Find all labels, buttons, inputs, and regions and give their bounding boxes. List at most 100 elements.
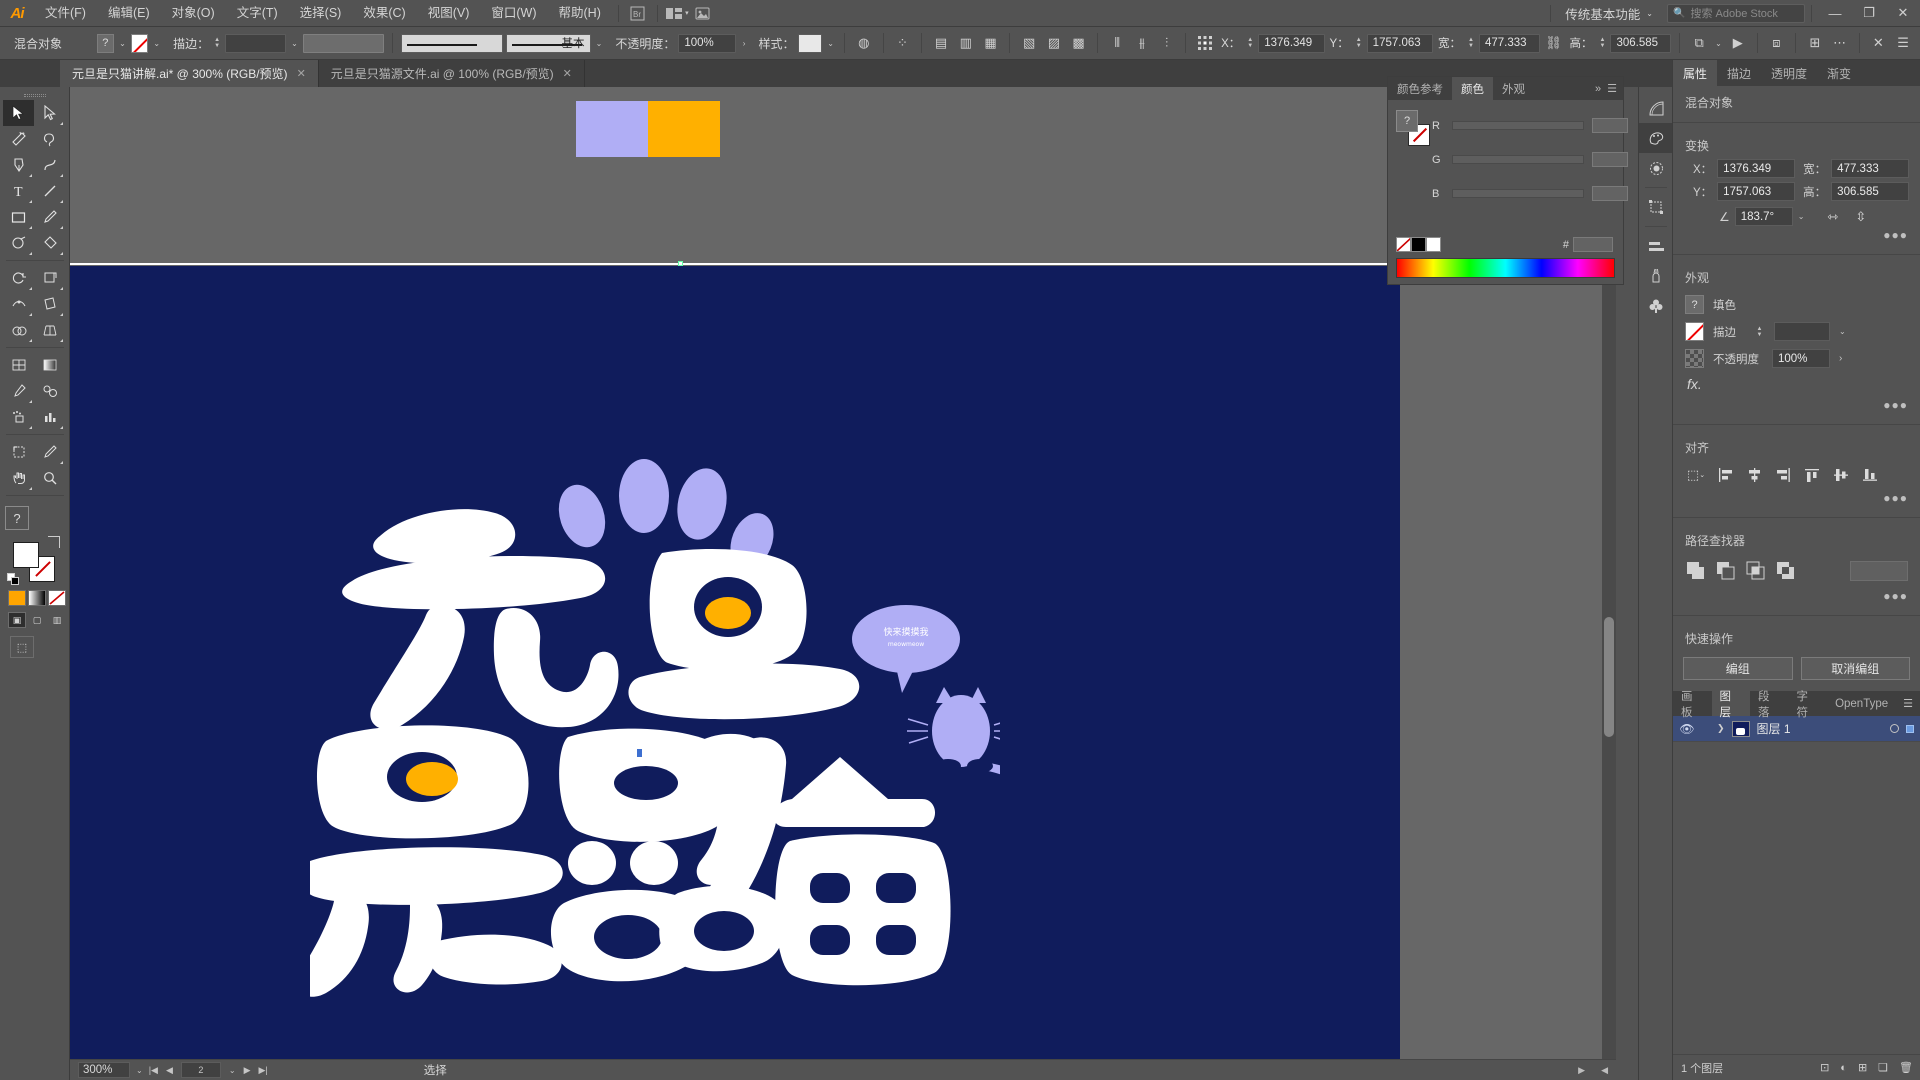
- help-icon[interactable]: ?: [5, 506, 29, 530]
- document-tab-2[interactable]: 元旦是只猫源文件.ai @ 100% (RGB/预览) ✕: [318, 60, 585, 87]
- locate-object-icon[interactable]: ⊡: [1820, 1061, 1829, 1074]
- edit-toolbar-icon[interactable]: ⋯: [1829, 32, 1851, 54]
- y-stepper[interactable]: ▲ ▼: [1354, 34, 1364, 53]
- artboard-tool[interactable]: [3, 439, 34, 465]
- tab-color-guide[interactable]: 颜色参考: [1388, 77, 1452, 100]
- isolate-group-icon[interactable]: ⊞: [1804, 32, 1826, 54]
- gradient-panel-icon[interactable]: [1639, 93, 1673, 123]
- eraser-tool[interactable]: [34, 230, 65, 256]
- group-button[interactable]: 编组: [1683, 657, 1793, 680]
- menu-help[interactable]: 帮助(H): [548, 0, 612, 27]
- h-input[interactable]: 306.585: [1610, 33, 1672, 53]
- graphic-style-swatch[interactable]: [797, 33, 823, 53]
- magic-wand-tool[interactable]: [3, 126, 34, 152]
- chevron-down-icon[interactable]: ⌄: [136, 1066, 143, 1075]
- status-resize-icon[interactable]: ◀: [1601, 1065, 1608, 1076]
- g-input[interactable]: [1592, 152, 1628, 167]
- hand-tool[interactable]: [3, 465, 34, 491]
- stroke-weight-stepper[interactable]: ▲ ▼: [212, 34, 222, 53]
- document-tab-1[interactable]: 元旦是只猫讲解.ai* @ 300% (RGB/预览) ✕: [60, 60, 319, 87]
- column-graph-tool[interactable]: [34, 404, 65, 430]
- next-page-icon[interactable]: ▶: [244, 1065, 251, 1076]
- appearance-fill-swatch[interactable]: ?: [1685, 295, 1704, 314]
- align-center-h-icon[interactable]: ▥: [955, 32, 977, 54]
- tab-stroke[interactable]: 描边: [1717, 60, 1761, 86]
- align-bottom-icon[interactable]: [1859, 465, 1881, 485]
- opacity-input[interactable]: 100%: [678, 33, 736, 53]
- chevron-down-icon[interactable]: ⌄: [1839, 327, 1846, 336]
- stroke-preset-select[interactable]: [302, 33, 384, 53]
- artwork-yuandan-shi-zhi-mao[interactable]: 快来摸摸我 meowmeow: [310, 441, 1000, 1001]
- b-slider[interactable]: [1452, 189, 1584, 198]
- symbols-panel-icon[interactable]: [1639, 291, 1673, 321]
- width-tool[interactable]: [3, 291, 34, 317]
- reference-point-selector[interactable]: [1683, 165, 1685, 191]
- status-flyout-icon[interactable]: ▶: [1578, 1065, 1585, 1076]
- appearance-stroke-input[interactable]: [1774, 322, 1830, 341]
- angle-input[interactable]: 183.7°: [1734, 207, 1793, 226]
- flip-vertical-icon[interactable]: ⇳: [1855, 209, 1866, 225]
- opacity-mask-icon[interactable]: ◍: [853, 32, 875, 54]
- selection-tool[interactable]: [3, 100, 34, 126]
- y-input[interactable]: 1757.063: [1366, 33, 1433, 53]
- zoom-tool[interactable]: [34, 465, 65, 491]
- menu-edit[interactable]: 编辑(E): [97, 0, 161, 27]
- color-panel-fill-swatch[interactable]: ?: [1396, 110, 1418, 132]
- symbol-sprayer-tool[interactable]: [3, 404, 34, 430]
- transform-panel-icon[interactable]: [1639, 192, 1673, 222]
- draw-behind-icon[interactable]: ▢: [28, 612, 46, 628]
- w-input[interactable]: 477.333: [1478, 33, 1540, 53]
- close-icon[interactable]: ✕: [563, 67, 572, 80]
- stroke-weight-input[interactable]: [225, 33, 286, 53]
- gradient-tool[interactable]: [34, 352, 65, 378]
- select-similar-icon[interactable]: ⁘: [892, 32, 914, 54]
- delete-layer-icon[interactable]: 🗑: [1899, 1061, 1913, 1074]
- minimize-button[interactable]: —: [1818, 0, 1852, 27]
- lasso-tool[interactable]: [34, 126, 65, 152]
- r-slider[interactable]: [1452, 121, 1584, 130]
- arrange-objects-icon[interactable]: ⧈: [1765, 32, 1787, 54]
- menu-file[interactable]: 文件(F): [34, 0, 97, 27]
- default-fill-stroke-icon[interactable]: [7, 573, 20, 586]
- workspace-switcher[interactable]: 传统基本功能 ⌄: [1557, 3, 1661, 23]
- menu-effect[interactable]: 效果(C): [352, 0, 416, 27]
- chevron-down-icon[interactable]: ⌄: [1798, 212, 1805, 221]
- tab-transparency[interactable]: 透明度: [1761, 60, 1817, 86]
- tab-character[interactable]: 字符: [1789, 691, 1828, 719]
- panel-menu-icon[interactable]: ☰: [1607, 82, 1617, 95]
- blend-tool[interactable]: [34, 378, 65, 404]
- last-page-icon[interactable]: ▶|: [259, 1065, 268, 1076]
- artboard[interactable]: 快来摸摸我 meowmeow: [70, 266, 1400, 1066]
- arrange-documents-icon[interactable]: ▾: [664, 3, 690, 23]
- chevron-right-icon[interactable]: ❯: [1717, 723, 1725, 734]
- unite-icon[interactable]: [1685, 560, 1706, 581]
- preferences-icon[interactable]: ☰: [1892, 32, 1914, 54]
- appearance-more-options-icon[interactable]: ●●●: [1673, 396, 1920, 418]
- opacity-flyout-icon[interactable]: ›: [1839, 353, 1842, 364]
- shape-builder-tool[interactable]: [3, 317, 34, 343]
- pen-tool[interactable]: [3, 152, 34, 178]
- minus-front-icon[interactable]: [1715, 560, 1736, 581]
- none-mode-icon[interactable]: [48, 590, 66, 606]
- type-tool[interactable]: T: [3, 178, 34, 204]
- align-middle-v-icon[interactable]: [1830, 465, 1852, 485]
- align-to-selection-icon[interactable]: ⬚ ⌄: [1685, 465, 1707, 485]
- search-input[interactable]: 🔍 搜索 Adobe Stock: [1667, 3, 1805, 23]
- perspective-grid-tool[interactable]: [34, 317, 65, 343]
- color-guide-panel-icon[interactable]: [1639, 153, 1673, 183]
- brushes-panel-icon[interactable]: [1639, 261, 1673, 291]
- align-center-h-icon[interactable]: [1743, 465, 1765, 485]
- opacity-flyout-icon[interactable]: ›: [739, 34, 750, 53]
- props-h-input[interactable]: 306.585: [1831, 182, 1910, 201]
- draw-inside-icon[interactable]: ▥: [48, 612, 66, 628]
- eye-icon[interactable]: 👁: [1679, 722, 1695, 736]
- r-input[interactable]: [1592, 118, 1628, 133]
- scale-tool[interactable]: [34, 265, 65, 291]
- style-dropdown-icon[interactable]: ⌄: [825, 34, 836, 53]
- vertical-scroll-thumb[interactable]: [1604, 617, 1614, 737]
- draw-normal-icon[interactable]: ▣: [8, 612, 26, 628]
- transform-more-options-icon[interactable]: ●●●: [1673, 226, 1920, 248]
- white-swatch[interactable]: [1426, 237, 1441, 252]
- align-top-icon[interactable]: [1801, 465, 1823, 485]
- stock-icon[interactable]: [690, 3, 716, 23]
